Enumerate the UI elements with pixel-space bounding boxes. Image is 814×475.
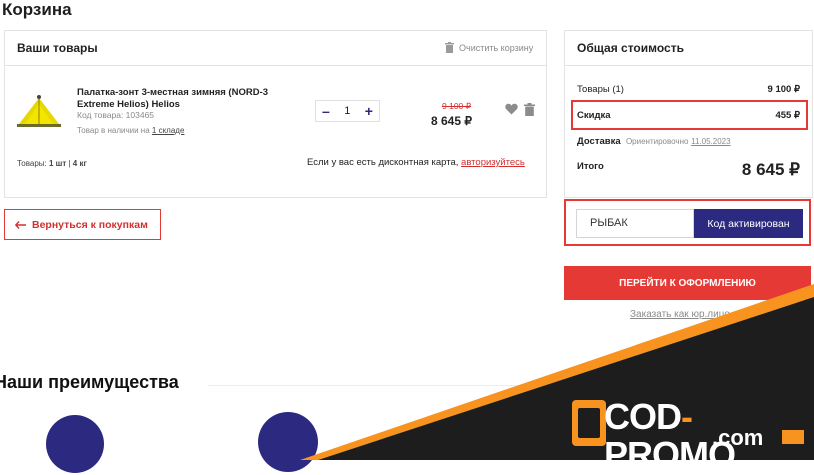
promo-watermark-banner [300,284,814,460]
watermark-logo-text: COD-PROMO [604,398,814,474]
watermark-domain: .com [712,425,764,450]
watermark-dash: - [681,396,693,437]
watermark-brand: COD [604,396,682,437]
